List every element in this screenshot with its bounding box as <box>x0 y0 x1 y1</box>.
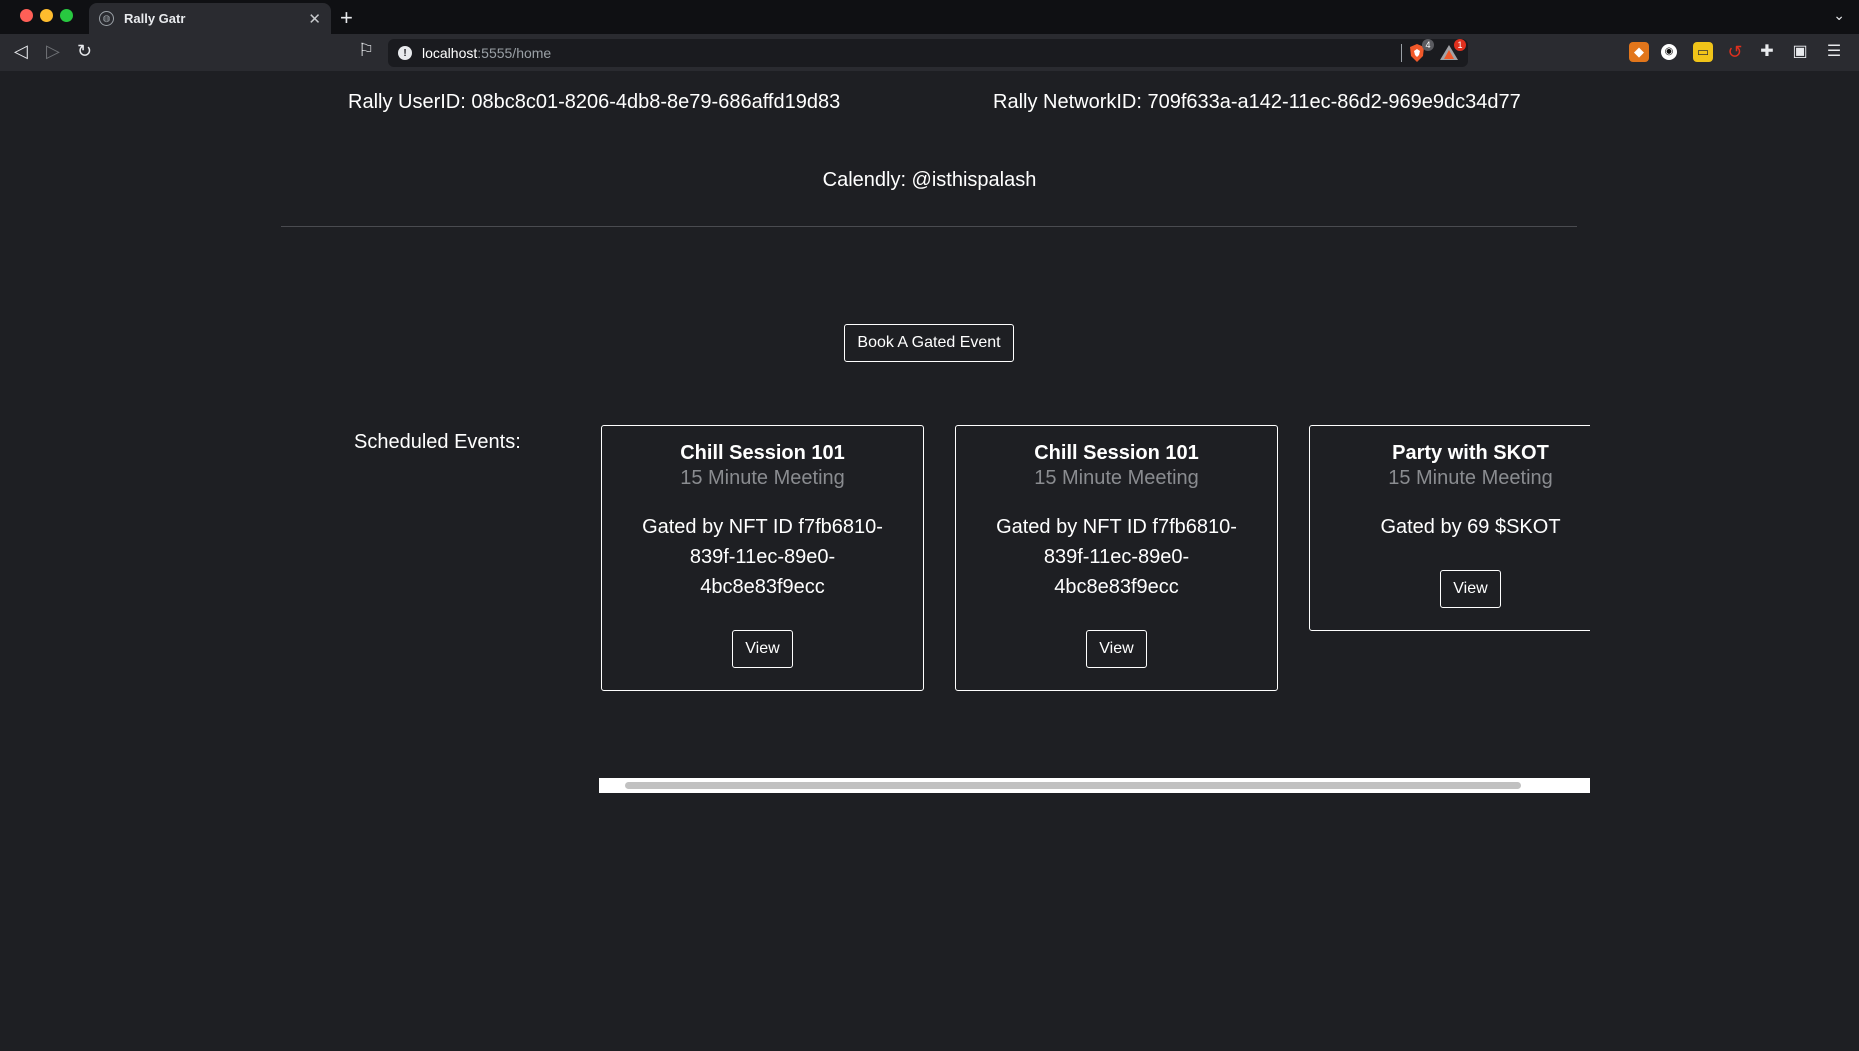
browser-tab-bar: ◍ Rally Gatr ✕ + ⌄ <box>0 0 1859 34</box>
tab-title: Rally Gatr <box>124 11 186 26</box>
maximize-window-button[interactable] <box>60 9 73 22</box>
minimize-window-button[interactable] <box>40 9 53 22</box>
calendly-handle: Calendly: @isthispalash <box>822 169 1037 191</box>
url-path: :5555/home <box>477 45 552 61</box>
event-title: Chill Session 101 <box>1034 442 1199 464</box>
address-bar-divider <box>1401 44 1402 62</box>
refresh-extension-icon[interactable]: ↺ <box>1725 42 1745 62</box>
puzzle-icon[interactable]: ✚ <box>1757 42 1777 62</box>
metamask-extension-icon[interactable]: ◆ <box>1629 42 1649 62</box>
brave-rewards-icon[interactable]: 1 <box>1438 39 1466 64</box>
event-card: Chill Session 101 15 Minute Meeting Gate… <box>601 425 924 691</box>
rewards-count-badge: 1 <box>1454 39 1466 51</box>
globe-icon: ◍ <box>99 11 114 26</box>
bookmark-icon[interactable]: ⚐ <box>358 40 374 61</box>
view-event-button[interactable]: View <box>732 630 793 668</box>
event-gate: Gated by 69 $SKOT <box>1380 516 1561 538</box>
view-event-button[interactable]: View <box>1086 630 1147 668</box>
event-duration: 15 Minute Meeting <box>1388 467 1553 489</box>
browser-tab[interactable]: ◍ Rally Gatr ✕ <box>89 3 331 34</box>
browser-toolbar: ◁ ▷ ↻ ⚐ ! localhost:5555/home 4 1 ◆ ◉ ▭ … <box>0 34 1859 71</box>
rally-user-id: Rally UserID: 08bc8c01-8206-4db8-8e79-68… <box>348 91 841 113</box>
events-horizontal-scrollbar[interactable] <box>599 778 1590 793</box>
section-divider <box>281 226 1577 227</box>
event-duration: 15 Minute Meeting <box>1034 467 1199 489</box>
url-host: localhost <box>422 45 478 61</box>
view-event-button[interactable]: View <box>1440 570 1501 608</box>
shield-count-badge: 4 <box>1422 39 1434 51</box>
back-button[interactable]: ◁ <box>14 41 28 62</box>
event-gate: Gated by NFT ID f7fb6810-839f-11ec-89e0-… <box>996 516 1237 598</box>
notes-extension-icon[interactable]: ▭ <box>1693 42 1713 62</box>
new-tab-button[interactable]: + <box>340 5 353 31</box>
address-bar[interactable]: ! localhost:5555/home 4 1 <box>388 39 1468 67</box>
scrollbar-thumb[interactable] <box>625 782 1521 789</box>
event-title: Chill Session 101 <box>680 442 845 464</box>
wallet-extension-icon[interactable]: ◉ <box>1661 44 1677 60</box>
wallet-icon[interactable]: ▣ <box>1790 42 1810 62</box>
event-title: Party with SKOT <box>1392 442 1549 464</box>
close-tab-icon[interactable]: ✕ <box>308 10 321 28</box>
event-gate: Gated by NFT ID f7fb6810-839f-11ec-89e0-… <box>642 516 883 598</box>
chevron-down-icon[interactable]: ⌄ <box>1833 7 1845 24</box>
scheduled-events-label: Scheduled Events: <box>354 431 521 453</box>
events-carousel[interactable]: Chill Session 101 15 Minute Meeting Gate… <box>599 425 1590 725</box>
site-info-icon[interactable]: ! <box>398 46 412 60</box>
event-card: Party with SKOT 15 Minute Meeting Gated … <box>1309 425 1590 631</box>
rally-network-id: Rally NetworkID: 709f633a-a142-11ec-86d2… <box>993 91 1521 113</box>
event-card: Chill Session 101 15 Minute Meeting Gate… <box>955 425 1278 691</box>
book-gated-event-button[interactable]: Book A Gated Event <box>844 324 1014 362</box>
reload-button[interactable]: ↻ <box>77 41 92 62</box>
forward-button[interactable]: ▷ <box>46 41 60 62</box>
event-duration: 15 Minute Meeting <box>680 467 845 489</box>
brave-shield-icon[interactable]: 4 <box>1406 39 1434 64</box>
menu-icon[interactable]: ☰ <box>1824 42 1844 62</box>
page-body: Rally UserID: 08bc8c01-8206-4db8-8e79-68… <box>0 71 1859 1051</box>
close-window-button[interactable] <box>20 9 33 22</box>
